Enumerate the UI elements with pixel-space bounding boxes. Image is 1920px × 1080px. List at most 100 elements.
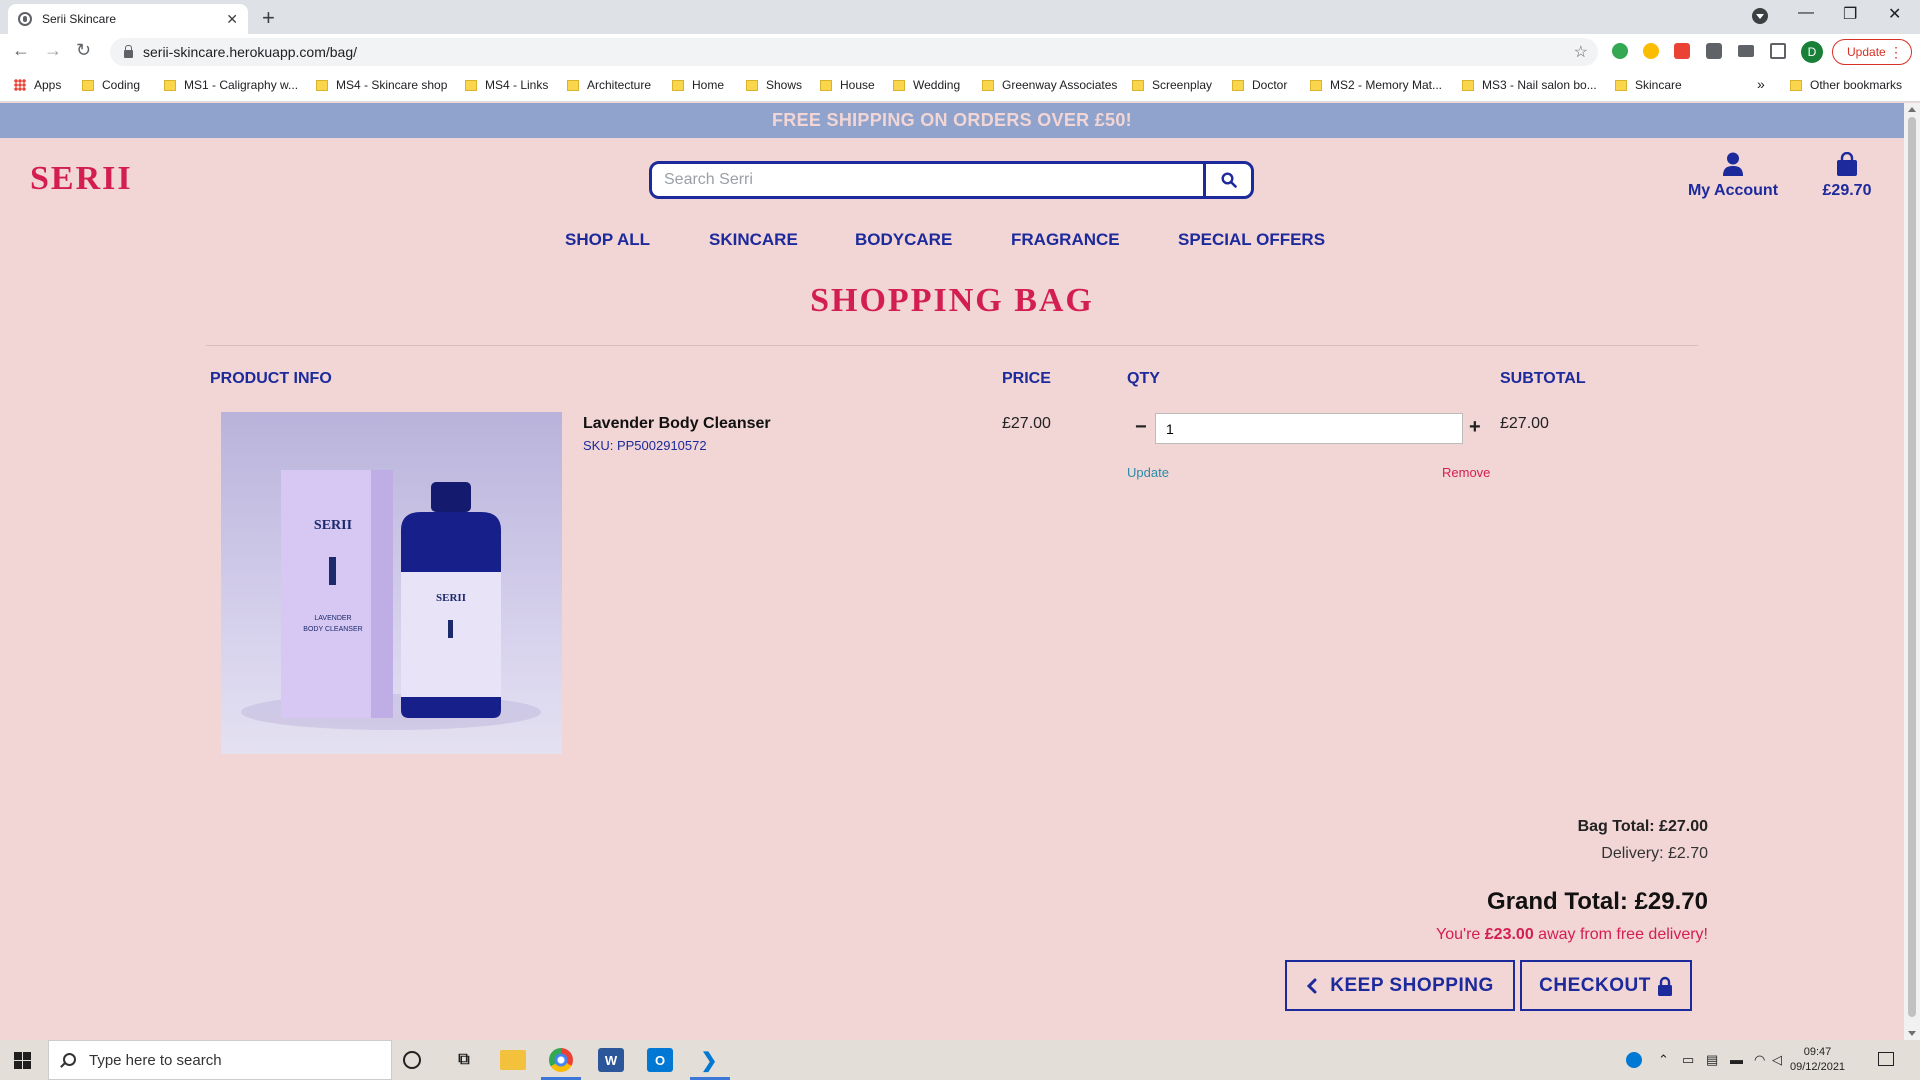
bookmark-item[interactable]: MS4 - Skincare shop — [316, 78, 447, 92]
extension-orange-icon[interactable] — [1643, 43, 1659, 59]
bookmark-item[interactable]: Shows — [746, 78, 802, 92]
column-header-price: PRICE — [1002, 370, 1051, 387]
quantity-input[interactable] — [1155, 413, 1463, 444]
word-icon[interactable]: W — [598, 1048, 624, 1072]
folder-icon — [820, 79, 832, 91]
bookmark-apps[interactable]: Apps — [14, 78, 61, 92]
shopping-bag-link[interactable]: £29.70 — [1814, 152, 1880, 200]
keep-shopping-button[interactable]: KEEP SHOPPING — [1285, 960, 1515, 1011]
tab-search-icon[interactable] — [1752, 8, 1768, 24]
browser-toolbar: ← → ↻ serii-skincare.herokuapp.com/bag/ … — [0, 34, 1920, 70]
bookmark-item[interactable]: Doctor — [1232, 78, 1287, 92]
svg-text:SERII: SERII — [436, 592, 466, 604]
meet-now-icon[interactable]: ▭ — [1682, 1052, 1694, 1068]
browser-tab[interactable]: Serii Skincare ✕ — [8, 4, 248, 34]
more-bookmarks-icon[interactable]: » — [1757, 76, 1765, 92]
taskbar-search[interactable]: Type here to search — [48, 1040, 392, 1080]
bookmark-star-icon[interactable]: ☆ — [1574, 42, 1588, 62]
outlook-icon[interactable]: O — [647, 1048, 673, 1072]
product-sku: SKU: PP5002910572 — [583, 438, 707, 453]
product-name[interactable]: Lavender Body Cleanser — [583, 415, 771, 433]
forward-icon[interactable]: → — [44, 40, 62, 61]
system-clock[interactable]: 09:47 09/12/2021 — [1790, 1045, 1845, 1075]
address-bar[interactable]: serii-skincare.herokuapp.com/bag/ ☆ — [110, 38, 1598, 66]
nav-skincare[interactable]: SKINCARE — [709, 230, 798, 250]
checkout-label: CHECKOUT — [1539, 974, 1651, 996]
cortana-icon[interactable] — [403, 1051, 421, 1069]
nav-shop-all[interactable]: SHOP ALL — [565, 230, 650, 250]
chrome-update-button[interactable]: Update — [1832, 39, 1912, 65]
bookmark-item[interactable]: Home — [672, 78, 724, 92]
site-logo[interactable]: SERII — [30, 160, 133, 198]
back-icon[interactable]: ← — [12, 40, 30, 61]
volume-icon[interactable]: ◁ — [1772, 1052, 1782, 1068]
battery-icon[interactable]: ▬ — [1730, 1052, 1743, 1067]
update-quantity-link[interactable]: Update — [1127, 465, 1169, 480]
remove-item-link[interactable]: Remove — [1442, 465, 1490, 480]
page-scrollbar[interactable] — [1904, 103, 1920, 1040]
scroll-up-icon[interactable] — [1908, 107, 1916, 112]
bookmark-item[interactable]: Architecture — [567, 78, 651, 92]
nav-fragrance[interactable]: FRAGRANCE — [1011, 230, 1120, 250]
item-subtotal: £27.00 — [1500, 415, 1549, 432]
show-hidden-icons[interactable]: ⌃ — [1658, 1052, 1669, 1068]
extensions-puzzle-icon[interactable] — [1706, 43, 1722, 59]
bookmark-label: MS4 - Skincare shop — [336, 78, 448, 92]
new-tab-icon[interactable]: + — [262, 5, 275, 31]
my-account-link[interactable]: My Account — [1680, 152, 1786, 200]
bookmark-item[interactable]: MS3 - Nail salon bo... — [1462, 78, 1597, 92]
apps-grid-icon — [14, 79, 26, 91]
task-view-icon[interactable]: ⧉ — [451, 1048, 477, 1072]
window-close-icon[interactable]: ✕ — [1888, 4, 1901, 24]
nav-bodycare[interactable]: BODYCARE — [855, 230, 952, 250]
globe-icon — [18, 12, 32, 26]
increment-qty-button[interactable]: + — [1469, 416, 1481, 439]
bookmark-item[interactable]: MS4 - Links — [465, 78, 548, 92]
folder-icon — [672, 79, 684, 91]
profile-avatar[interactable]: D — [1801, 41, 1823, 63]
extension-green-icon[interactable] — [1612, 43, 1628, 59]
close-tab-icon[interactable]: ✕ — [226, 11, 238, 28]
checkout-button[interactable]: CHECKOUT — [1520, 960, 1692, 1011]
bookmark-item[interactable]: Skincare — [1615, 78, 1682, 92]
search-input[interactable] — [652, 164, 1203, 196]
vscode-icon[interactable]: ❯ — [696, 1048, 722, 1072]
windows-start-icon[interactable] — [14, 1052, 31, 1069]
user-icon — [1723, 152, 1743, 176]
bookmark-label: Skincare — [1635, 78, 1682, 92]
free-delivery-prefix: You're — [1436, 926, 1485, 943]
scroll-down-icon[interactable] — [1908, 1031, 1916, 1036]
reload-icon[interactable]: ↻ — [76, 40, 91, 61]
bookmark-item[interactable]: House — [820, 78, 875, 92]
search-icon — [1220, 172, 1237, 188]
bookmark-item[interactable]: MS1 - Caligraphy w... — [164, 78, 298, 92]
bookmark-item[interactable]: Screenplay — [1132, 78, 1212, 92]
title-divider — [206, 345, 1698, 346]
bookmark-other[interactable]: Other bookmarks — [1790, 78, 1902, 92]
free-delivery-notice: You're £23.00 away from free delivery! — [1436, 926, 1708, 944]
scrollbar-thumb[interactable] — [1908, 117, 1916, 1017]
help-tray-icon[interactable] — [1626, 1052, 1642, 1068]
search-button[interactable] — [1203, 164, 1251, 196]
reading-list-icon[interactable] — [1738, 45, 1754, 57]
nav-special-offers[interactable]: SPECIAL OFFERS — [1178, 230, 1325, 250]
side-panel-icon[interactable] — [1770, 43, 1786, 59]
browser-tab-strip: Serii Skincare ✕ + — ❐ ✕ — [0, 0, 1920, 34]
free-delivery-suffix: away from free delivery! — [1533, 926, 1708, 943]
file-explorer-icon[interactable] — [500, 1050, 526, 1070]
wifi-icon[interactable]: ◠ — [1754, 1052, 1765, 1068]
bookmark-item[interactable]: Greenway Associates — [982, 78, 1117, 92]
extension-red-icon[interactable] — [1674, 43, 1690, 59]
chrome-icon[interactable] — [549, 1048, 573, 1072]
notifications-icon[interactable] — [1878, 1052, 1894, 1066]
minimize-icon[interactable]: — — [1798, 4, 1814, 22]
display-tray-icon[interactable]: ▤ — [1706, 1052, 1718, 1068]
bookmarks-bar: Apps Coding MS1 - Caligraphy w... MS4 - … — [0, 70, 1920, 102]
bookmark-item[interactable]: Wedding — [893, 78, 960, 92]
bookmark-item[interactable]: Coding — [82, 78, 140, 92]
folder-icon — [1462, 79, 1474, 91]
folder-icon — [164, 79, 176, 91]
decrement-qty-button[interactable]: − — [1135, 416, 1147, 439]
restore-icon[interactable]: ❐ — [1843, 4, 1857, 24]
bookmark-item[interactable]: MS2 - Memory Mat... — [1310, 78, 1442, 92]
